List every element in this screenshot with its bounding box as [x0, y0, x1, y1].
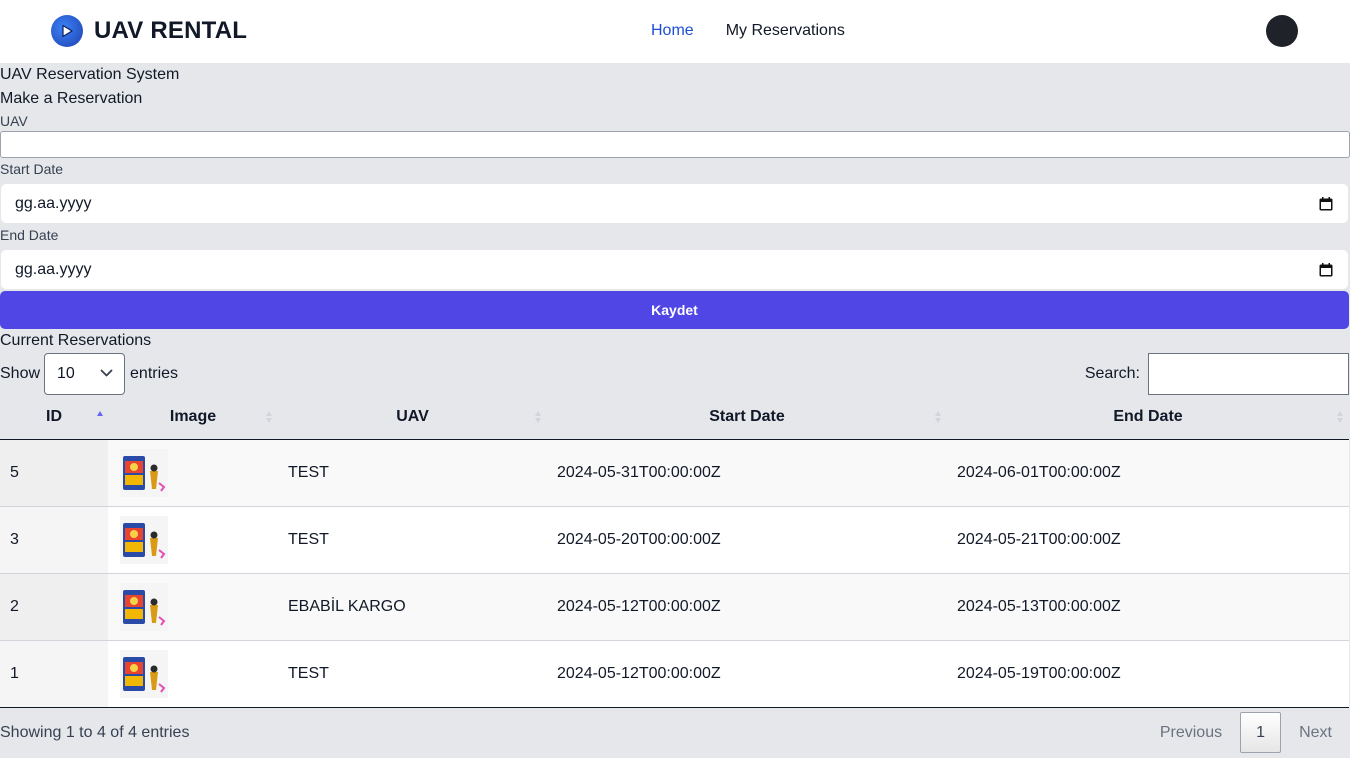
- entries-label: entries: [130, 365, 179, 382]
- nav-link-home[interactable]: Home: [651, 22, 694, 40]
- column-header-label: Start Date: [709, 408, 785, 426]
- page-length-select[interactable]: 10: [44, 353, 126, 395]
- search-input[interactable]: [1148, 353, 1349, 395]
- calendar-icon[interactable]: [1319, 263, 1333, 277]
- next-page-button[interactable]: Next: [1281, 724, 1350, 742]
- table-row[interactable]: 1 TEST 2024-05-12T00:00:00Z 2024-05-19T0…: [0, 639, 1349, 708]
- column-header-label: End Date: [1113, 408, 1183, 426]
- cell-uav: TEST: [278, 505, 547, 573]
- cell-image: [108, 439, 278, 506]
- save-button[interactable]: Kaydet: [0, 291, 1349, 329]
- cell-uav: TEST: [288, 463, 329, 481]
- cell-end-date: 2024-05-19T00:00:00Z: [947, 639, 1349, 708]
- column-header-uav[interactable]: UAV: [278, 396, 547, 440]
- uav-thumbnail: [120, 582, 168, 631]
- cell-id: 1: [0, 639, 108, 708]
- sort-asc-icon: [97, 411, 103, 416]
- cell-id: 2: [0, 572, 108, 640]
- table-row[interactable]: 5 TEST 2024-05-31T00:00:00Z 2024-06-01T0…: [0, 439, 1349, 506]
- search-label: Search:: [1084, 365, 1140, 382]
- table-search: Search:: [1085, 353, 1349, 395]
- pagination: Previous 1 Next: [1142, 712, 1350, 753]
- sort-icon: [935, 411, 941, 423]
- cell-id: 3: [0, 505, 108, 573]
- sort-icon: [1337, 411, 1343, 423]
- table-header-row: ID Image UAV Start Date End Date: [0, 396, 1349, 440]
- reservations-title: Current Reservations: [0, 332, 152, 349]
- reservations-table: ID Image UAV Start Date End Date 5 TEST …: [0, 396, 1349, 708]
- brand[interactable]: UAV RENTAL: [51, 15, 247, 47]
- cell-image: [108, 639, 278, 708]
- end-date-label: End Date: [0, 227, 59, 243]
- calendar-icon[interactable]: [1319, 197, 1333, 211]
- previous-page-button[interactable]: Previous: [1142, 724, 1240, 742]
- cell-start-date: 2024-05-31T00:00:00Z: [557, 463, 721, 481]
- end-date-placeholder: gg.aa.yyyy: [15, 260, 92, 278]
- column-header-start-date[interactable]: Start Date: [547, 396, 947, 440]
- chevron-down-icon: [100, 369, 113, 377]
- cell-id: 5: [0, 439, 108, 506]
- cell-start-date: 2024-05-12T00:00:00Z: [547, 639, 947, 708]
- cell-end-date: 2024-06-01T00:00:00Z: [957, 463, 1121, 481]
- column-header-label: ID: [46, 408, 62, 426]
- column-header-image[interactable]: Image: [108, 396, 278, 440]
- start-date-placeholder: gg.aa.yyyy: [15, 194, 92, 212]
- start-date-label: Start Date: [0, 161, 64, 177]
- table-row[interactable]: 2 EBABİL KARGO 2024-05-12T00:00:00Z 2024…: [0, 572, 1349, 640]
- table-info: Showing 1 to 4 of 4 entries: [0, 724, 190, 741]
- nav-links: Home My Reservations: [651, 22, 845, 40]
- brand-name: UAV RENTAL: [94, 17, 248, 44]
- column-header-end-date[interactable]: End Date: [947, 396, 1349, 440]
- start-date-input[interactable]: gg.aa.yyyy: [0, 183, 1349, 224]
- end-date-input[interactable]: gg.aa.yyyy: [0, 249, 1349, 290]
- cell-end-date: 2024-05-13T00:00:00Z: [947, 572, 1349, 640]
- cell-start-date: 2024-05-20T00:00:00Z: [547, 505, 947, 573]
- uav-thumbnail: [120, 448, 168, 497]
- form-title: Make a Reservation: [0, 90, 143, 107]
- uav-label: UAV: [0, 113, 28, 129]
- cell-image: [108, 505, 278, 573]
- navbar: UAV RENTAL Home My Reservations: [0, 0, 1350, 63]
- sort-icon: [535, 411, 541, 423]
- page-length-control: Show 10 entries: [0, 353, 178, 395]
- column-header-id[interactable]: ID: [0, 396, 108, 440]
- cell-start-date: 2024-05-12T00:00:00Z: [547, 572, 947, 640]
- system-title: UAV Reservation System: [0, 66, 180, 83]
- cell-uav: EBABİL KARGO: [278, 572, 547, 640]
- uav-input[interactable]: [0, 131, 1350, 158]
- cell-end-date: 2024-05-21T00:00:00Z: [947, 505, 1349, 573]
- table-row[interactable]: 3 TEST 2024-05-20T00:00:00Z 2024-05-21T0…: [0, 505, 1349, 573]
- nav-link-my-reservations[interactable]: My Reservations: [726, 22, 845, 40]
- uav-thumbnail: [120, 515, 168, 564]
- column-header-label: Image: [169, 408, 217, 426]
- show-label: Show: [0, 365, 41, 382]
- cell-uav: TEST: [278, 639, 547, 708]
- avatar[interactable]: [1266, 15, 1298, 47]
- page-length-value: 10: [57, 365, 75, 382]
- play-logo-icon: [51, 15, 83, 47]
- page-1-button[interactable]: 1: [1240, 712, 1282, 753]
- uav-thumbnail: [120, 649, 168, 698]
- column-header-label: UAV: [396, 408, 429, 426]
- sort-icon: [266, 411, 272, 423]
- cell-image: [108, 572, 278, 640]
